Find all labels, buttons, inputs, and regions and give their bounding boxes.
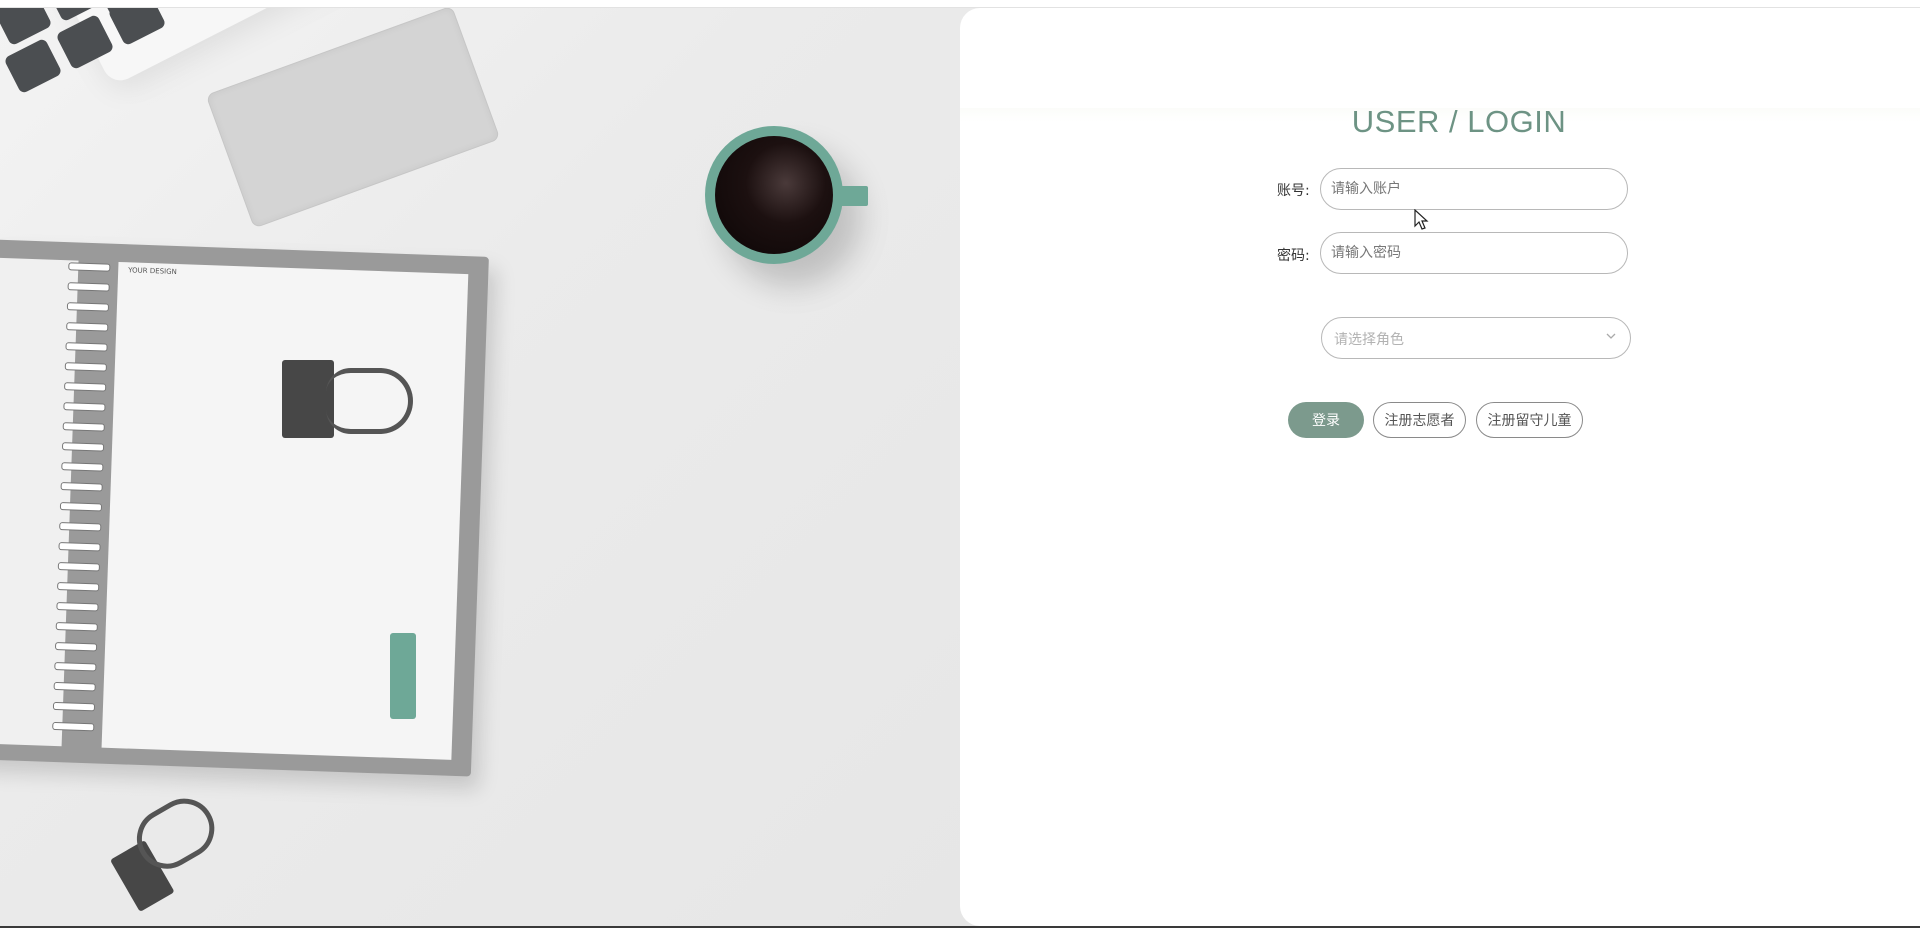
- password-label: 密码:: [1277, 248, 1310, 264]
- notebook-text: YOUR DESIGN: [128, 266, 177, 276]
- account-input[interactable]: [1320, 168, 1628, 210]
- eraser-image: [390, 633, 416, 719]
- trackpad-image: [205, 8, 501, 229]
- login-title: USER / LOGIN: [1351, 104, 1567, 139]
- chevron-down-icon: [1606, 333, 1616, 339]
- background-desk-photo: YOUR DESIGN: [0, 8, 1000, 926]
- mouse-pointer-icon: [1414, 209, 1429, 230]
- cup-handle: [838, 186, 868, 206]
- password-input[interactable]: [1320, 232, 1628, 274]
- role-select[interactable]: 请选择角色: [1321, 317, 1631, 359]
- top-edge: [0, 0, 1920, 8]
- role-select-placeholder: 请选择角色: [1334, 332, 1404, 348]
- register-child-button[interactable]: 注册留守儿童: [1476, 402, 1583, 438]
- login-panel: [960, 8, 1920, 926]
- register-volunteer-button[interactable]: 注册志愿者: [1373, 402, 1466, 438]
- coffee-cup-image: [705, 126, 843, 264]
- keyboard-image: [0, 8, 220, 98]
- account-label: 账号:: [1277, 183, 1310, 199]
- login-button[interactable]: 登录: [1288, 402, 1364, 438]
